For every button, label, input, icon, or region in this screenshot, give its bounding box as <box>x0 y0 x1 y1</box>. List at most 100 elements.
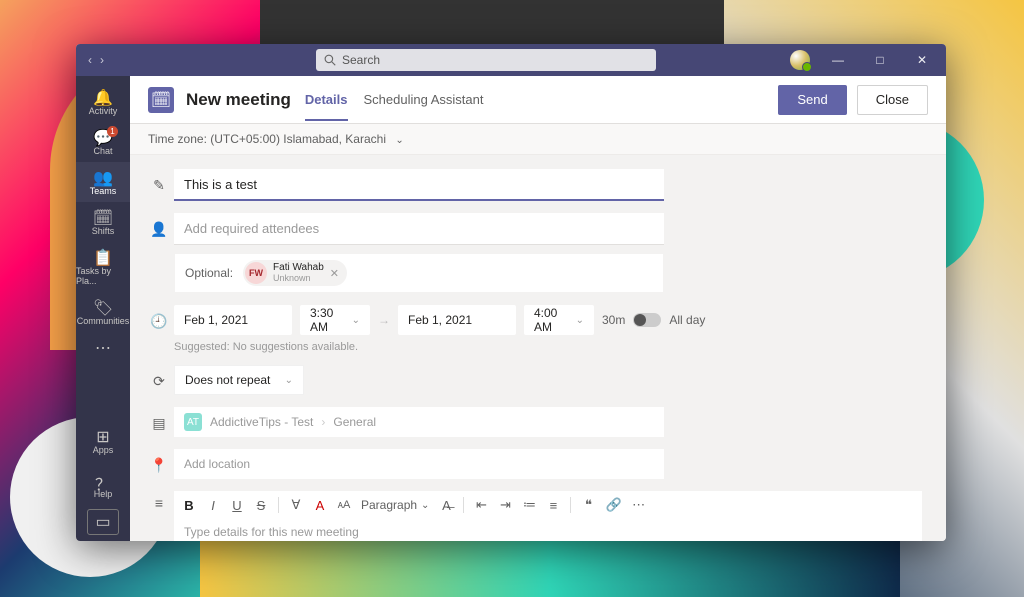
title-bar: ‹ › Search — □ ✕ <box>76 44 946 76</box>
calendar-icon: 🗓 <box>148 87 174 113</box>
window-maximize-button[interactable]: □ <box>866 53 894 67</box>
chevron-down-icon: ⌄ <box>576 315 584 326</box>
optional-label: Optional: <box>185 266 233 280</box>
rail-item-label: Activity <box>89 106 118 116</box>
team-avatar-icon: AT <box>184 413 202 431</box>
rail-help[interactable]: ？ Help <box>76 465 130 505</box>
nav-forward-button[interactable]: › <box>100 53 104 67</box>
tab-details[interactable]: Details <box>305 78 348 121</box>
user-avatar[interactable] <box>790 50 810 70</box>
start-date-picker[interactable]: Feb 1, 2021 <box>174 305 292 335</box>
help-icon: ？ <box>95 471 111 489</box>
close-button[interactable]: Close <box>857 85 928 115</box>
rail-shifts[interactable]: 🗓 Shifts <box>76 202 130 242</box>
font-color-button[interactable]: A <box>313 498 327 513</box>
required-attendees-input[interactable] <box>174 213 664 245</box>
team-name: AddictiveTips - Test <box>210 415 313 429</box>
content-area: 🗓 New meeting Details Scheduling Assista… <box>130 76 946 541</box>
paragraph-select[interactable]: Paragraph ⌄ <box>361 498 429 512</box>
communities-icon: 🏷 <box>93 298 113 316</box>
allday-toggle[interactable] <box>633 313 661 327</box>
search-box[interactable]: Search <box>316 49 656 71</box>
attendee-name: Fati Wahab <box>273 262 324 273</box>
rail-communities[interactable]: 🏷 Communities <box>76 292 130 332</box>
chevron-down-icon: ⌄ <box>285 375 293 386</box>
repeat-icon: ⟳ <box>144 365 174 390</box>
link-button[interactable]: 🔗 <box>605 497 621 513</box>
description-icon: ≡ <box>144 491 174 511</box>
rail-item-label: Shifts <box>92 226 115 236</box>
location-input[interactable] <box>174 449 664 479</box>
chevron-down-icon: ⌄ <box>352 315 360 326</box>
app-rail: 🔔 Activity 💬 1 Chat 👥 Teams 🗓 Shifts 📋 T… <box>76 76 130 541</box>
clock-icon: 🕘 <box>144 305 174 330</box>
meeting-form: ✎ 👤 Optional: FW Fati Wahab <box>130 155 946 541</box>
toolbar-divider <box>570 497 571 513</box>
more-format-button[interactable]: ⋯ <box>632 497 646 513</box>
chevron-down-icon: ⌄ <box>395 135 403 146</box>
remove-attendee-button[interactable]: ✕ <box>330 267 339 280</box>
attendee-avatar: FW <box>245 262 267 284</box>
start-time-picker[interactable]: 3:30 AM ⌄ <box>300 305 370 335</box>
page-header: 🗓 New meeting Details Scheduling Assista… <box>130 76 946 124</box>
tab-scheduling-assistant[interactable]: Scheduling Assistant <box>364 78 484 121</box>
location-icon: 📍 <box>144 449 174 474</box>
optional-attendees[interactable]: Optional: FW Fati Wahab Unknown ✕ <box>174 253 664 293</box>
duration-label: 30m <box>602 313 625 327</box>
attendee-chip[interactable]: FW Fati Wahab Unknown ✕ <box>243 260 347 286</box>
italic-button[interactable]: I <box>206 498 220 513</box>
description-textarea[interactable]: Type details for this new meeting <box>174 519 922 541</box>
strike-button[interactable]: S <box>254 498 268 513</box>
people-icon: 👤 <box>144 213 174 238</box>
font-size-button[interactable]: ᴀA <box>337 499 351 511</box>
pencil-icon: ✎ <box>144 169 174 194</box>
timezone-selector[interactable]: Time zone: (UTC+05:00) Islamabad, Karach… <box>130 124 946 155</box>
channel-icon: ▤ <box>144 407 174 432</box>
rail-item-label: Teams <box>90 186 117 196</box>
rail-apps[interactable]: ⊞ Apps <box>76 421 130 461</box>
chevron-down-icon: ⌄ <box>421 500 429 511</box>
rail-item-label: Tasks by Pla... <box>76 266 130 286</box>
more-icon: ⋯ <box>95 338 111 356</box>
rail-activity[interactable]: 🔔 Activity <box>76 82 130 122</box>
shifts-icon: 🗓 <box>93 208 113 226</box>
device-icon: ▭ <box>95 512 110 532</box>
clear-format-button[interactable]: A̶ <box>439 498 453 513</box>
attendee-status: Unknown <box>273 273 324 284</box>
indent-increase-button[interactable]: ⇥ <box>498 497 512 513</box>
highlight-button[interactable]: ∀ <box>289 497 303 513</box>
rail-more[interactable]: ⋯ <box>76 332 130 362</box>
numbered-list-button[interactable]: ≡ <box>546 498 560 513</box>
rail-device-button[interactable]: ▭ <box>87 509 119 535</box>
chat-badge: 1 <box>107 126 118 137</box>
rail-item-label: Communities <box>77 316 130 326</box>
bulleted-list-button[interactable]: ≔ <box>522 497 536 513</box>
title-input[interactable] <box>174 169 664 201</box>
search-icon <box>324 54 336 66</box>
rail-item-label: Help <box>94 489 113 499</box>
end-time-picker[interactable]: 4:00 AM ⌄ <box>524 305 594 335</box>
chevron-right-icon: › <box>321 415 325 429</box>
window-minimize-button[interactable]: — <box>824 53 852 67</box>
rail-teams[interactable]: 👥 Teams <box>76 162 130 202</box>
toolbar-divider <box>463 497 464 513</box>
rail-chat[interactable]: 💬 1 Chat <box>76 122 130 162</box>
end-date-picker[interactable]: Feb 1, 2021 <box>398 305 516 335</box>
nav-back-button[interactable]: ‹ <box>88 53 92 67</box>
recurrence-select[interactable]: Does not repeat ⌄ <box>174 365 304 395</box>
bold-button[interactable]: B <box>182 498 196 513</box>
channel-picker[interactable]: AT AddictiveTips - Test › General <box>174 407 664 437</box>
teams-icon: 👥 <box>93 168 113 186</box>
description-editor: B I U S ∀ A ᴀA Paragraph ⌄ <box>174 491 922 541</box>
window-close-button[interactable]: ✕ <box>908 53 936 67</box>
rail-tasks[interactable]: 📋 Tasks by Pla... <box>76 242 130 292</box>
channel-name: General <box>333 415 376 429</box>
rail-item-label: Chat <box>93 146 112 156</box>
apps-icon: ⊞ <box>96 427 109 445</box>
send-button[interactable]: Send <box>778 85 846 115</box>
search-placeholder: Search <box>342 53 380 67</box>
underline-button[interactable]: U <box>230 498 244 513</box>
timezone-label: Time zone: (UTC+05:00) Islamabad, Karach… <box>148 132 386 146</box>
indent-decrease-button[interactable]: ⇤ <box>474 497 488 513</box>
quote-button[interactable]: ❝ <box>581 497 595 513</box>
